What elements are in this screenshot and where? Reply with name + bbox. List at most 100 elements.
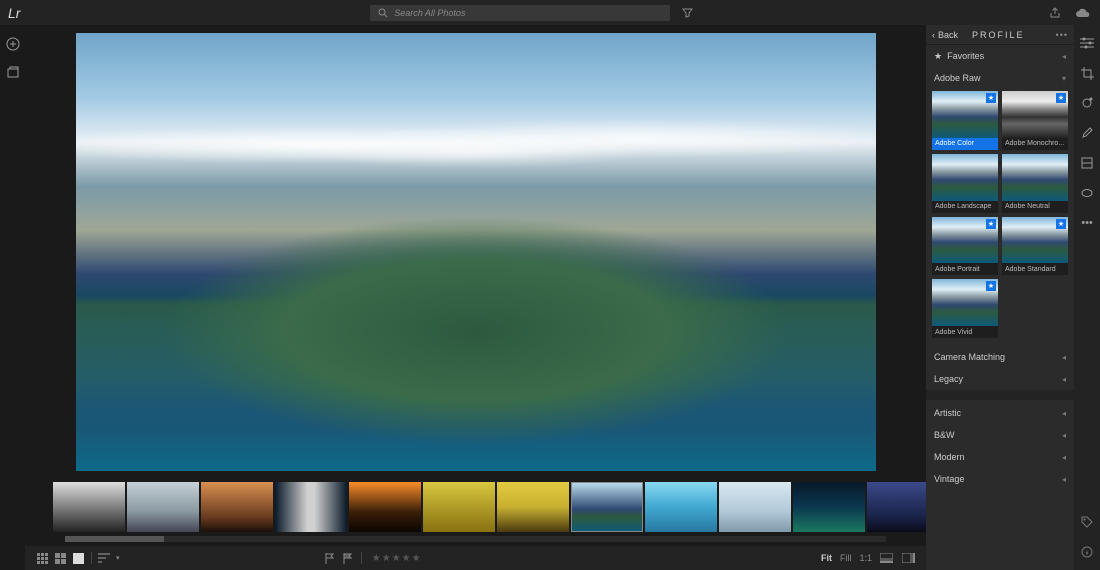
share-icon[interactable] <box>1046 4 1064 22</box>
profile-thumb <box>932 154 998 201</box>
star-icon[interactable]: ★ <box>382 553 391 564</box>
profile-label: Adobe Monochro... <box>1002 138 1068 150</box>
chevron-down-icon: ▾ <box>1062 74 1066 83</box>
favorite-badge-icon: ★ <box>986 219 996 229</box>
right-toolbar: ••• <box>1074 25 1100 570</box>
profile-card[interactable]: Adobe Landscape <box>932 154 998 213</box>
filmstrip-thumb[interactable] <box>275 482 347 532</box>
star-icon: ★ <box>934 51 942 62</box>
zoom-1to1[interactable]: 1:1 <box>859 553 872 563</box>
filter-icon[interactable] <box>678 4 696 22</box>
info-icon[interactable] <box>1079 544 1095 560</box>
profile-label: Adobe Portrait <box>932 263 998 275</box>
flag-pick-icon[interactable] <box>323 551 337 565</box>
main-area: ▾ ★ ★ ★ ★ ★ Fit Fill 1:1 <box>0 25 1100 570</box>
filmstrip-thumb[interactable] <box>423 482 495 532</box>
profile-label: Adobe Neutral <box>1002 201 1068 213</box>
profile-section[interactable]: Artistic◂ <box>926 402 1074 424</box>
filmstrip[interactable] <box>25 479 926 534</box>
profile-thumb: ★ <box>932 91 998 138</box>
profile-label: Adobe Landscape <box>932 201 998 213</box>
linear-gradient-icon[interactable] <box>1079 155 1095 171</box>
radial-gradient-icon[interactable] <box>1079 185 1095 201</box>
profile-section[interactable]: Vintage◂ <box>926 468 1074 490</box>
star-icon[interactable]: ★ <box>402 553 411 564</box>
left-toolbar <box>0 25 25 570</box>
panel-menu-icon[interactable]: ••• <box>1056 30 1068 40</box>
filmstrip-thumb[interactable] <box>201 482 273 532</box>
flag-reject-icon[interactable] <box>341 551 355 565</box>
profile-card[interactable]: ★ Adobe Vivid <box>932 279 998 338</box>
star-icon[interactable]: ★ <box>392 553 401 564</box>
main-photo[interactable] <box>76 33 876 471</box>
grid-small-icon[interactable] <box>35 551 49 565</box>
chevron-left-icon: ◂ <box>1062 375 1066 384</box>
chevron-left-icon: ◂ <box>1062 453 1066 462</box>
profile-section[interactable]: Camera Matching◂ <box>926 346 1074 368</box>
bottom-bar: ▾ ★ ★ ★ ★ ★ Fit Fill 1:1 <box>25 546 926 570</box>
profile-group-header[interactable]: Adobe Raw ▾ <box>926 67 1074 89</box>
rating-stars[interactable]: ★ ★ ★ ★ ★ <box>372 553 421 564</box>
profile-thumb <box>1002 154 1068 201</box>
profile-card[interactable]: ★Adobe Color <box>932 91 998 150</box>
star-icon[interactable]: ★ <box>372 553 381 564</box>
filmstrip-thumb[interactable] <box>793 482 865 532</box>
profile-section[interactable]: Legacy◂ <box>926 368 1074 390</box>
profile-label: Adobe Color <box>932 138 998 150</box>
profile-label: Adobe Vivid <box>932 326 998 338</box>
back-button[interactable]: ‹Back <box>932 30 958 40</box>
chevron-left-icon: ‹ <box>932 30 935 40</box>
chevron-left-icon: ◂ <box>1062 475 1066 484</box>
filmstrip-thumb[interactable] <box>645 482 717 532</box>
profile-card[interactable]: ★ Adobe Portrait <box>932 217 998 276</box>
library-icon[interactable] <box>6 65 20 79</box>
search-input[interactable]: Search All Photos <box>370 5 670 21</box>
favorite-badge-icon: ★ <box>1056 219 1066 229</box>
top-bar: Lr Search All Photos <box>0 0 1100 25</box>
filmstrip-thumb[interactable] <box>349 482 421 532</box>
chevron-left-icon: ◂ <box>1062 353 1066 362</box>
crop-icon[interactable] <box>1079 65 1095 81</box>
favorites-section[interactable]: ★ Favorites ◂ <box>926 45 1074 67</box>
chevron-left-icon: ◂ <box>1062 409 1066 418</box>
profile-thumb: ★ <box>1002 91 1068 138</box>
filmstrip-thumb[interactable] <box>127 482 199 532</box>
panel-title: PROFILE <box>972 30 1025 40</box>
filmstrip-thumb[interactable] <box>571 482 643 532</box>
zoom-fit[interactable]: Fit <box>821 553 832 563</box>
grid-large-icon[interactable] <box>53 551 67 565</box>
add-photos-icon[interactable] <box>6 37 20 51</box>
canvas <box>25 25 926 479</box>
filmstrip-thumb[interactable] <box>867 482 926 532</box>
profile-thumb: ★ <box>932 217 998 264</box>
zoom-fill[interactable]: Fill <box>840 553 852 563</box>
filmstrip-scrollbar[interactable] <box>65 536 886 542</box>
cloud-icon[interactable] <box>1074 4 1092 22</box>
filmstrip-thumb[interactable] <box>497 482 569 532</box>
filmstrip-thumb[interactable] <box>53 482 125 532</box>
sliders-icon[interactable] <box>1079 35 1095 51</box>
tag-icon[interactable] <box>1079 514 1095 530</box>
strip-vertical-icon[interactable] <box>902 551 916 565</box>
star-icon[interactable]: ★ <box>412 553 421 564</box>
profile-thumb: ★ <box>1002 217 1068 264</box>
canvas-wrap: ▾ ★ ★ ★ ★ ★ Fit Fill 1:1 <box>25 25 926 570</box>
filmstrip-thumb[interactable] <box>719 482 791 532</box>
search-placeholder: Search All Photos <box>394 8 465 18</box>
chevron-left-icon: ◂ <box>1062 52 1066 61</box>
favorite-badge-icon: ★ <box>986 281 996 291</box>
heal-icon[interactable] <box>1079 95 1095 111</box>
sort-icon[interactable] <box>98 551 112 565</box>
profile-section[interactable]: Modern◂ <box>926 446 1074 468</box>
strip-horizontal-icon[interactable] <box>880 551 894 565</box>
brush-icon[interactable] <box>1079 125 1095 141</box>
search-icon <box>378 8 388 18</box>
profile-card[interactable]: Adobe Neutral <box>1002 154 1068 213</box>
profile-section[interactable]: B&W◂ <box>926 424 1074 446</box>
profile-thumb: ★ <box>932 279 998 326</box>
profile-card[interactable]: ★Adobe Standard <box>1002 217 1068 276</box>
more-icon[interactable]: ••• <box>1079 215 1095 231</box>
divider <box>361 552 362 564</box>
single-view-icon[interactable] <box>71 551 85 565</box>
profile-card[interactable]: ★Adobe Monochro... <box>1002 91 1068 150</box>
